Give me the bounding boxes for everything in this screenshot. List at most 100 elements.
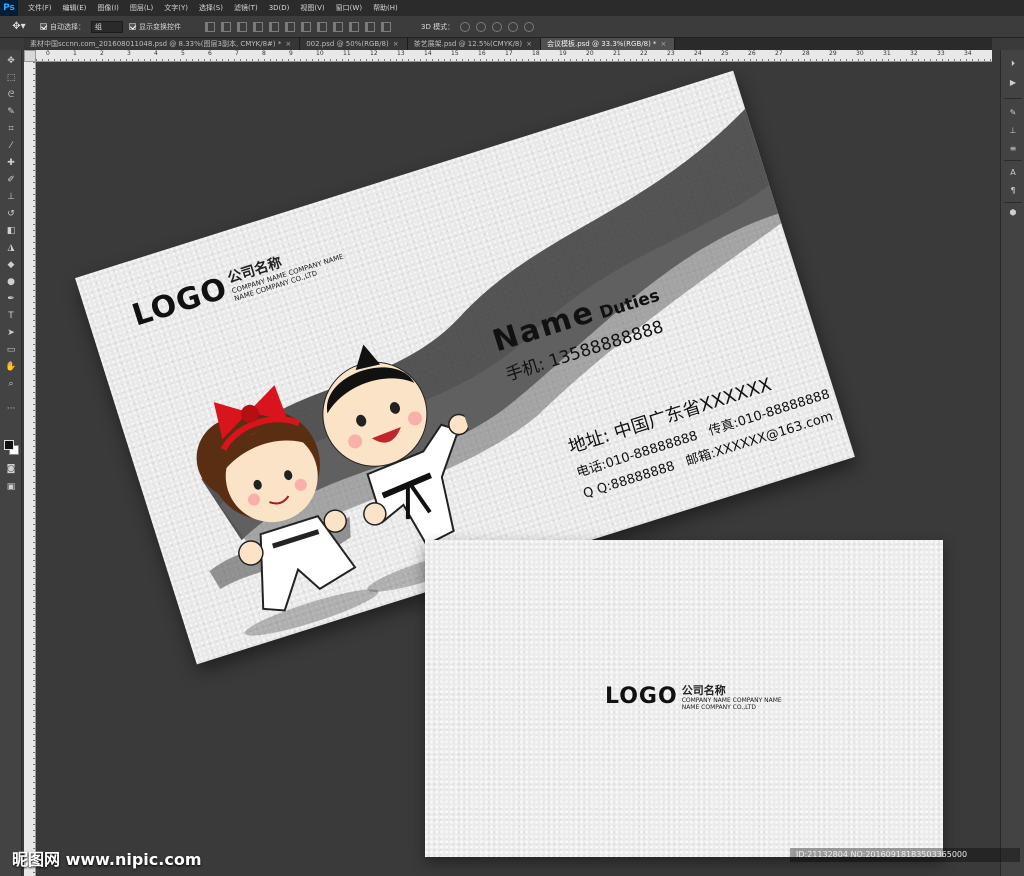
back-company-meta: 公司名称 COMPANY NAME COMPANY NAME NAME COMP… (682, 682, 782, 712)
tab-label: 素材中国sccnn.com_201608011048.psd @ 8.33%(图… (30, 40, 282, 48)
menu-3d[interactable]: 3D(D) (269, 4, 290, 12)
menu-select[interactable]: 选择(S) (199, 3, 223, 13)
properties-panel-icon[interactable]: ≡ (1007, 142, 1019, 154)
crop-tool-icon[interactable]: ⌗ (4, 122, 18, 135)
path-select-tool-icon[interactable]: ➤ (4, 326, 18, 339)
menu-view[interactable]: 视图(V) (300, 3, 324, 13)
slide-3d-icon[interactable] (508, 21, 519, 32)
pen-tool-icon[interactable]: ✒ (4, 292, 18, 305)
menu-window[interactable]: 窗口(W) (336, 3, 362, 13)
pan-3d-icon[interactable] (492, 21, 503, 32)
blur-tool-icon[interactable]: ◆ (4, 258, 18, 271)
dodge-tool-icon[interactable]: ● (4, 275, 18, 288)
ruler-tick-label: 14 (424, 50, 432, 57)
menu-image[interactable]: 图像(I) (97, 3, 119, 13)
ruler-tick-label: 9 (289, 50, 293, 57)
ruler-tick-label: 0 (46, 50, 50, 57)
align-right-icon[interactable] (285, 21, 295, 32)
hand-tool-icon[interactable]: ✋ (4, 360, 18, 373)
photoshop-window: Ps 文件(F) 编辑(E) 图像(I) 图层(L) 文字(Y) 选择(S) 滤… (0, 0, 1024, 876)
distribute-hcenter-icon[interactable] (365, 21, 375, 32)
auto-select-dropdown[interactable]: 组 (91, 20, 123, 33)
ruler-tick-label: 32 (910, 50, 918, 57)
close-icon[interactable]: × (393, 40, 399, 48)
brush-tool-icon[interactable]: ✐ (4, 173, 18, 186)
roll-3d-icon[interactable] (476, 21, 487, 32)
tab-document-4[interactable]: 会议模板.psd @ 33.3%(RGB/8) * × (540, 38, 676, 50)
menu-file[interactable]: 文件(F) (28, 3, 52, 13)
menu-help[interactable]: 帮助(H) (373, 3, 398, 13)
type-tool-icon[interactable]: T (4, 309, 18, 322)
character-panel-icon[interactable]: A (1007, 166, 1019, 178)
ruler-tick-label: 18 (532, 50, 540, 57)
clone-source-panel-icon[interactable]: ⊥ (1007, 124, 1019, 136)
ruler-tick-label: 6 (208, 50, 212, 57)
ruler-tick-label: 27 (775, 50, 783, 57)
ruler-tick-label: 21 (613, 50, 621, 57)
menu-type[interactable]: 文字(Y) (164, 3, 188, 13)
align-bottom-icon[interactable] (237, 21, 247, 32)
ruler-tick-label: 4 (154, 50, 158, 57)
ruler-tick-label: 30 (856, 50, 864, 57)
brush-panel-icon[interactable]: ✎ (1007, 106, 1019, 118)
align-top-icon[interactable] (205, 21, 215, 32)
stamp-tool-icon[interactable]: ⊥ (4, 190, 18, 203)
actions-panel-icon[interactable]: ▶ (1007, 76, 1019, 88)
align-hcenter-icon[interactable] (269, 21, 279, 32)
screen-mode-icon[interactable]: ▣ (4, 480, 18, 493)
healing-brush-tool-icon[interactable]: ✚ (4, 156, 18, 169)
quick-mask-icon[interactable]: ◙ (4, 462, 18, 475)
tab-document-1[interactable]: 素材中国sccnn.com_201608011048.psd @ 8.33%(图… (24, 38, 301, 50)
auto-select-checkbox[interactable] (40, 23, 47, 30)
history-panel-icon[interactable]: ⏵ (1007, 58, 1019, 70)
ruler-tick-label: 11 (343, 50, 351, 57)
close-icon[interactable]: × (661, 40, 667, 48)
zoom-tool-icon[interactable]: ⌕ (4, 377, 18, 390)
shape-tool-icon[interactable]: ▭ (4, 343, 18, 356)
menu-layer[interactable]: 图层(L) (130, 3, 153, 13)
menu-filter[interactable]: 滤镜(T) (234, 3, 258, 13)
vertical-ruler[interactable] (24, 62, 36, 876)
horizontal-ruler[interactable]: 0 1 2 3 4 5 6 7 8 9 10 11 12 13 14 15 16 17 18 19 20 21 22 23 24… (36, 50, 992, 62)
ruler-tick-label: 29 (829, 50, 837, 57)
eraser-tool-icon[interactable]: ◧ (4, 224, 18, 237)
distribute-bottom-icon[interactable] (333, 21, 343, 32)
image-id-bar: ID:21132804 NO:20160918183503365000 (790, 848, 1020, 862)
bucket-tool-icon[interactable]: ◮ (4, 241, 18, 254)
show-transform-checkbox[interactable] (129, 23, 136, 30)
ruler-tick-label: 23 (667, 50, 675, 57)
eyedropper-tool-icon[interactable]: ⁄ (4, 139, 18, 152)
history-brush-tool-icon[interactable]: ↺ (4, 207, 18, 220)
align-buttons (205, 21, 391, 32)
ruler-tick-label: 10 (316, 50, 324, 57)
close-icon[interactable]: × (285, 40, 291, 48)
tab-document-3[interactable]: 茶艺展架.psd @ 12.5%(CMYK/8) × (407, 38, 541, 50)
collapsed-panels-dock: ⏵ ▶ ✎ ⊥ ≡ A ¶ ⬢ (1000, 50, 1024, 876)
lasso-tool-icon[interactable]: ᘓ (4, 88, 18, 101)
move-tool-preset-icon[interactable]: ✥▾ (4, 19, 34, 35)
ruler-tick-label: 34 (964, 50, 972, 57)
paragraph-panel-icon[interactable]: ¶ (1007, 184, 1019, 196)
more-tools-icon[interactable]: ··· (4, 402, 18, 415)
ruler-origin[interactable] (24, 50, 36, 62)
align-vcenter-icon[interactable] (221, 21, 231, 32)
distribute-top-icon[interactable] (301, 21, 311, 32)
3d-panel-icon[interactable]: ⬢ (1007, 206, 1019, 218)
distribute-left-icon[interactable] (349, 21, 359, 32)
marquee-tool-icon[interactable]: ⬚ (4, 71, 18, 84)
document-canvas[interactable]: LOGO 公司名称 COMPANY NAME COMPANY NAME NAME… (36, 62, 1000, 876)
distribute-vcenter-icon[interactable] (317, 21, 327, 32)
align-left-icon[interactable] (253, 21, 263, 32)
menu-edit[interactable]: 编辑(E) (63, 3, 87, 13)
business-card-back[interactable]: LOGO 公司名称 COMPANY NAME COMPANY NAME NAME… (425, 540, 943, 857)
close-icon[interactable]: × (526, 40, 532, 48)
foreground-color-swatch[interactable] (4, 440, 14, 450)
distribute-right-icon[interactable] (381, 21, 391, 32)
quick-select-tool-icon[interactable]: ✎ (4, 105, 18, 118)
tab-document-2[interactable]: 002.psd @ 50%(RGB/8) × (300, 38, 408, 50)
move-tool-icon[interactable]: ✥ (4, 54, 18, 67)
ruler-tick-label: 28 (802, 50, 810, 57)
mode-3d-label: 3D 模式： (421, 22, 455, 31)
scale-3d-icon[interactable] (524, 21, 535, 32)
rotate-3d-icon[interactable] (460, 21, 471, 32)
